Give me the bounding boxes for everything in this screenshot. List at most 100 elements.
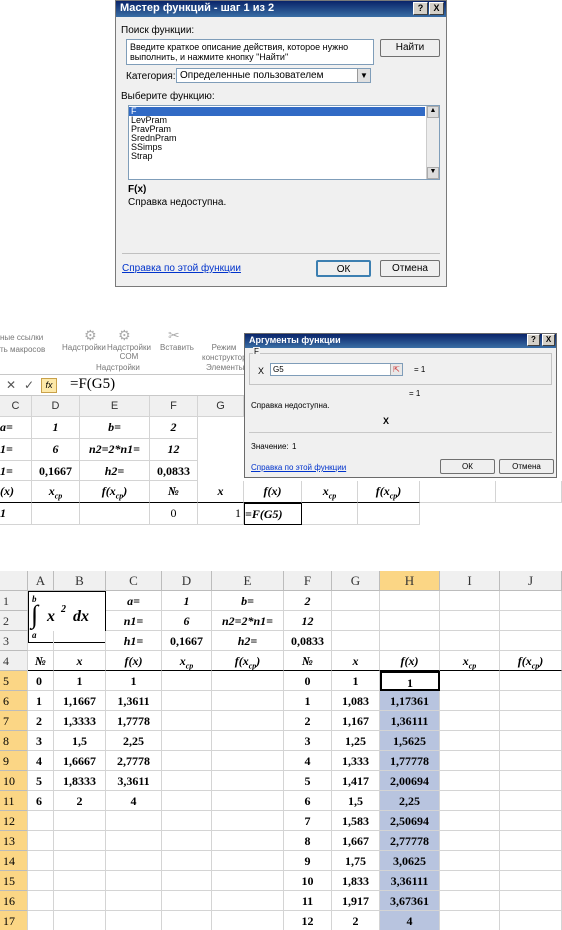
grid-cell[interactable]: 1,17361 bbox=[380, 691, 440, 711]
help-link[interactable]: Справка по этой функции bbox=[251, 463, 346, 472]
grid-cell[interactable] bbox=[162, 791, 212, 811]
grid-cell[interactable] bbox=[212, 771, 284, 791]
chevron-down-icon[interactable]: ▼ bbox=[357, 69, 370, 82]
grid-cell[interactable]: 1 bbox=[284, 691, 332, 711]
grid-cell[interactable] bbox=[500, 711, 562, 731]
grid-cell[interactable] bbox=[440, 791, 500, 811]
ok-button[interactable]: ОК bbox=[316, 260, 371, 277]
grid-cell[interactable]: h1= bbox=[106, 631, 162, 651]
grid-cell[interactable]: f(x) bbox=[380, 651, 440, 671]
grid-cell[interactable] bbox=[28, 811, 54, 831]
grid-cell[interactable]: 2 bbox=[28, 711, 54, 731]
grid-cell[interactable]: f(xcp) bbox=[500, 651, 562, 671]
close-button[interactable]: X bbox=[542, 334, 555, 346]
grid-cell[interactable]: f(xcp) bbox=[80, 481, 150, 503]
grid-cell[interactable] bbox=[440, 751, 500, 771]
grid-cell[interactable] bbox=[500, 631, 562, 651]
grid-cell[interactable]: 0,1667 bbox=[162, 631, 212, 651]
grid-cell[interactable]: 4 bbox=[380, 911, 440, 930]
grid-cell[interactable] bbox=[162, 771, 212, 791]
grid-cell[interactable]: 12 bbox=[284, 611, 332, 631]
grid-cell[interactable]: 1 bbox=[0, 503, 32, 525]
grid-cell[interactable]: 4 bbox=[284, 751, 332, 771]
grid-cell[interactable]: 0 bbox=[150, 503, 198, 525]
grid-cell[interactable] bbox=[440, 871, 500, 891]
grid-cell[interactable]: 0 bbox=[28, 671, 54, 691]
grid-cell[interactable]: 1,417 bbox=[332, 771, 380, 791]
grid-cell[interactable]: 1 bbox=[28, 691, 54, 711]
grid-cell[interactable]: 2 bbox=[284, 711, 332, 731]
grid-cell[interactable]: 6 bbox=[162, 611, 212, 631]
grid-cell[interactable]: n2=2*n1= bbox=[212, 611, 284, 631]
grid-cell[interactable] bbox=[106, 831, 162, 851]
row-header-selected[interactable]: 5 bbox=[0, 671, 28, 691]
grid-cell[interactable] bbox=[440, 631, 500, 651]
grid-cell[interactable] bbox=[162, 831, 212, 851]
grid-cell[interactable]: 1= bbox=[0, 461, 32, 481]
grid-cell[interactable]: a= bbox=[106, 591, 162, 611]
list-item[interactable]: Strap bbox=[129, 152, 439, 161]
grid-cell[interactable]: 1,917 bbox=[332, 891, 380, 911]
grid-cell[interactable]: 1,5 bbox=[54, 731, 106, 751]
grid-cell[interactable] bbox=[500, 831, 562, 851]
grid-cell[interactable] bbox=[162, 691, 212, 711]
grid-cell[interactable]: № bbox=[284, 651, 332, 671]
grid-cell[interactable] bbox=[32, 503, 80, 525]
argument-input[interactable]: G5 ⇱ bbox=[270, 363, 403, 376]
grid-cell[interactable]: 0,0833 bbox=[284, 631, 332, 651]
grid-cell[interactable]: 1,7778 bbox=[106, 711, 162, 731]
grid-cell[interactable] bbox=[212, 671, 284, 691]
grid-cell[interactable]: 1,3611 bbox=[106, 691, 162, 711]
row-header-selected[interactable]: 15 bbox=[0, 871, 28, 891]
grid-cell[interactable] bbox=[500, 851, 562, 871]
grid-cell[interactable] bbox=[496, 481, 562, 503]
scroll-up-icon[interactable]: ▲ bbox=[427, 106, 439, 118]
grid-cell[interactable]: 1,1667 bbox=[54, 691, 106, 711]
grid-cell[interactable] bbox=[358, 503, 420, 525]
find-button[interactable]: Найти bbox=[380, 39, 440, 57]
grid-cell[interactable]: 1= bbox=[0, 439, 32, 461]
grid-cell[interactable]: 6 bbox=[284, 791, 332, 811]
grid-cell[interactable]: 3,3611 bbox=[106, 771, 162, 791]
grid-cell[interactable] bbox=[212, 811, 284, 831]
grid-cell[interactable]: b= bbox=[80, 417, 150, 439]
grid-cell[interactable]: 3 bbox=[284, 731, 332, 751]
grid-cell[interactable] bbox=[162, 871, 212, 891]
grid-cell[interactable] bbox=[440, 831, 500, 851]
help-button[interactable]: ? bbox=[527, 334, 540, 346]
grid-cell[interactable]: xcp bbox=[302, 481, 358, 503]
grid-cell[interactable]: 1,583 bbox=[332, 811, 380, 831]
grid-cell[interactable] bbox=[332, 631, 380, 651]
row-header-selected[interactable]: 16 bbox=[0, 891, 28, 911]
row-header-selected[interactable]: 10 bbox=[0, 771, 28, 791]
grid-cell[interactable] bbox=[212, 791, 284, 811]
grid-cell[interactable] bbox=[28, 871, 54, 891]
collapse-dialog-icon[interactable]: ⇱ bbox=[390, 364, 402, 375]
grid-cell[interactable] bbox=[28, 891, 54, 911]
grid-cell[interactable]: 12 bbox=[284, 911, 332, 930]
grid-cell[interactable]: 2,00694 bbox=[380, 771, 440, 791]
grid-cell[interactable] bbox=[380, 631, 440, 651]
function-list[interactable]: F LevPram PravPram SrednPram SSimps Stra… bbox=[128, 105, 440, 180]
insert-button[interactable]: Вставить bbox=[160, 343, 194, 352]
grid-cell[interactable]: 4 bbox=[106, 791, 162, 811]
grid-cell[interactable] bbox=[440, 591, 500, 611]
column-header[interactable]: E bbox=[80, 396, 150, 417]
row-header[interactable]: 2 bbox=[0, 611, 28, 631]
help-link[interactable]: Справка по этой функции bbox=[122, 263, 241, 274]
grid-cell[interactable] bbox=[380, 611, 440, 631]
grid-cell[interactable] bbox=[162, 811, 212, 831]
grid-cell[interactable] bbox=[500, 731, 562, 751]
grid-cell[interactable] bbox=[212, 831, 284, 851]
grid-cell[interactable]: 0,1667 bbox=[32, 461, 80, 481]
grid-cell[interactable]: 1 bbox=[380, 671, 440, 691]
column-header[interactable]: F bbox=[150, 396, 198, 417]
grid-cell[interactable]: a= bbox=[0, 417, 32, 439]
grid-cell[interactable] bbox=[162, 671, 212, 691]
row-header[interactable]: 1 bbox=[0, 591, 28, 611]
list-item[interactable]: F bbox=[129, 107, 425, 116]
grid-cell[interactable]: 1,167 bbox=[332, 711, 380, 731]
grid-cell[interactable]: 3,67361 bbox=[380, 891, 440, 911]
grid-cell[interactable]: n1= bbox=[106, 611, 162, 631]
grid-cell[interactable] bbox=[380, 591, 440, 611]
